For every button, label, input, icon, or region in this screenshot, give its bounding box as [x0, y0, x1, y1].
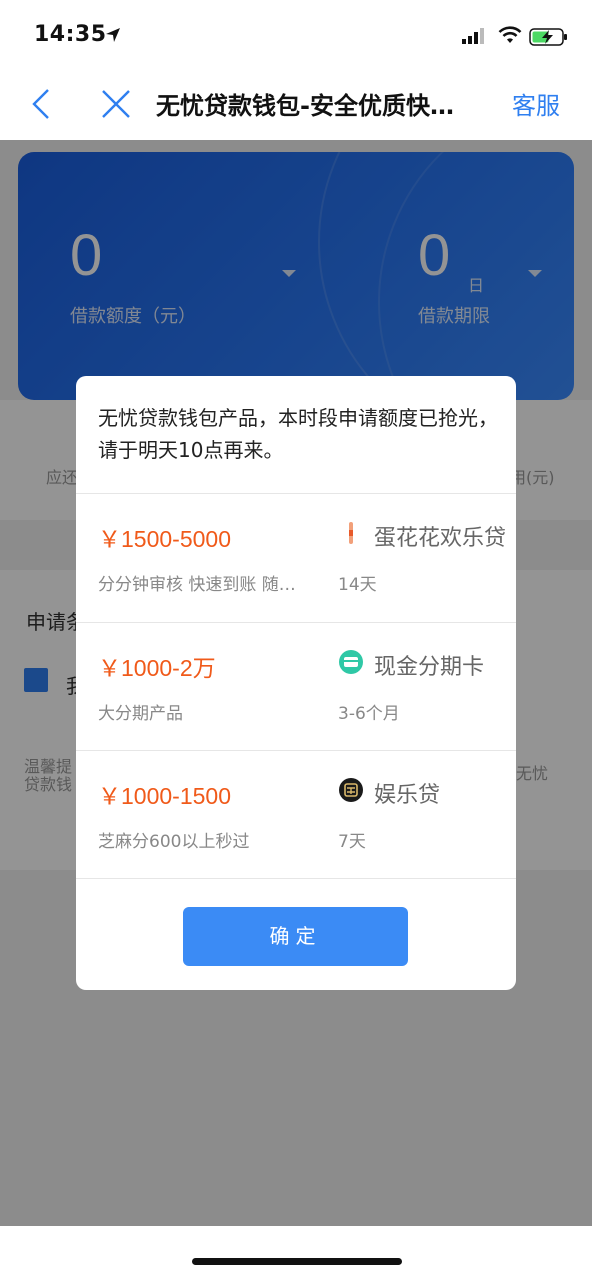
- page-title: 无忧贷款钱包-安全优质快…: [156, 92, 454, 120]
- product-desc: 芝麻分600以上秒过: [98, 832, 250, 852]
- product-range: ￥1000-2万: [98, 655, 216, 681]
- home-indicator[interactable]: [192, 1258, 402, 1265]
- close-icon[interactable]: [100, 88, 132, 120]
- modal-message: 无忧贷款钱包产品，本时段申请额度已抢光，请于明天10点再来。: [98, 406, 498, 462]
- product-name: 蛋花花欢乐贷: [374, 526, 507, 551]
- egg-icon: [349, 522, 353, 544]
- divider: [76, 878, 516, 879]
- wifi-icon: [498, 26, 522, 43]
- back-chevron-icon[interactable]: [28, 84, 52, 124]
- confirm-button[interactable]: 确定: [183, 907, 408, 966]
- product-name: 现金分期卡: [374, 655, 485, 680]
- card-icon: [339, 650, 363, 674]
- product-range: ￥1500-5000: [98, 526, 231, 552]
- customer-service-link[interactable]: 客服: [512, 86, 560, 121]
- status-time: 14:35: [34, 22, 107, 47]
- product-desc: 分分钟审核 快速到账 随…: [98, 575, 296, 595]
- nav-bar: 无忧贷款钱包-安全优质快… 客服: [0, 70, 592, 140]
- product-item-1[interactable]: ￥1500-5000 分分钟审核 快速到账 随… 蛋花花欢乐贷 14天: [76, 494, 516, 622]
- product-term: 7天: [338, 832, 366, 852]
- status-bar: 14:35: [0, 0, 592, 70]
- battery-charging-icon: [529, 28, 567, 46]
- dai-icon: [339, 778, 363, 802]
- sold-out-modal: 无忧贷款钱包产品，本时段申请额度已抢光，请于明天10点再来。 ￥1500-500…: [76, 376, 516, 990]
- location-arrow-icon: [106, 28, 120, 42]
- product-range: ￥1000-1500: [98, 783, 231, 809]
- product-desc: 大分期产品: [98, 704, 183, 724]
- product-term: 3-6个月: [338, 704, 400, 724]
- product-name: 娱乐贷: [374, 783, 441, 808]
- product-term: 14天: [338, 575, 377, 595]
- product-item-2[interactable]: ￥1000-2万 大分期产品 现金分期卡 3-6个月: [76, 623, 516, 751]
- home-area: [0, 1226, 592, 1280]
- signal-icon: [462, 28, 484, 44]
- product-item-3[interactable]: ￥1000-1500 芝麻分600以上秒过 娱乐贷 7天: [76, 751, 516, 879]
